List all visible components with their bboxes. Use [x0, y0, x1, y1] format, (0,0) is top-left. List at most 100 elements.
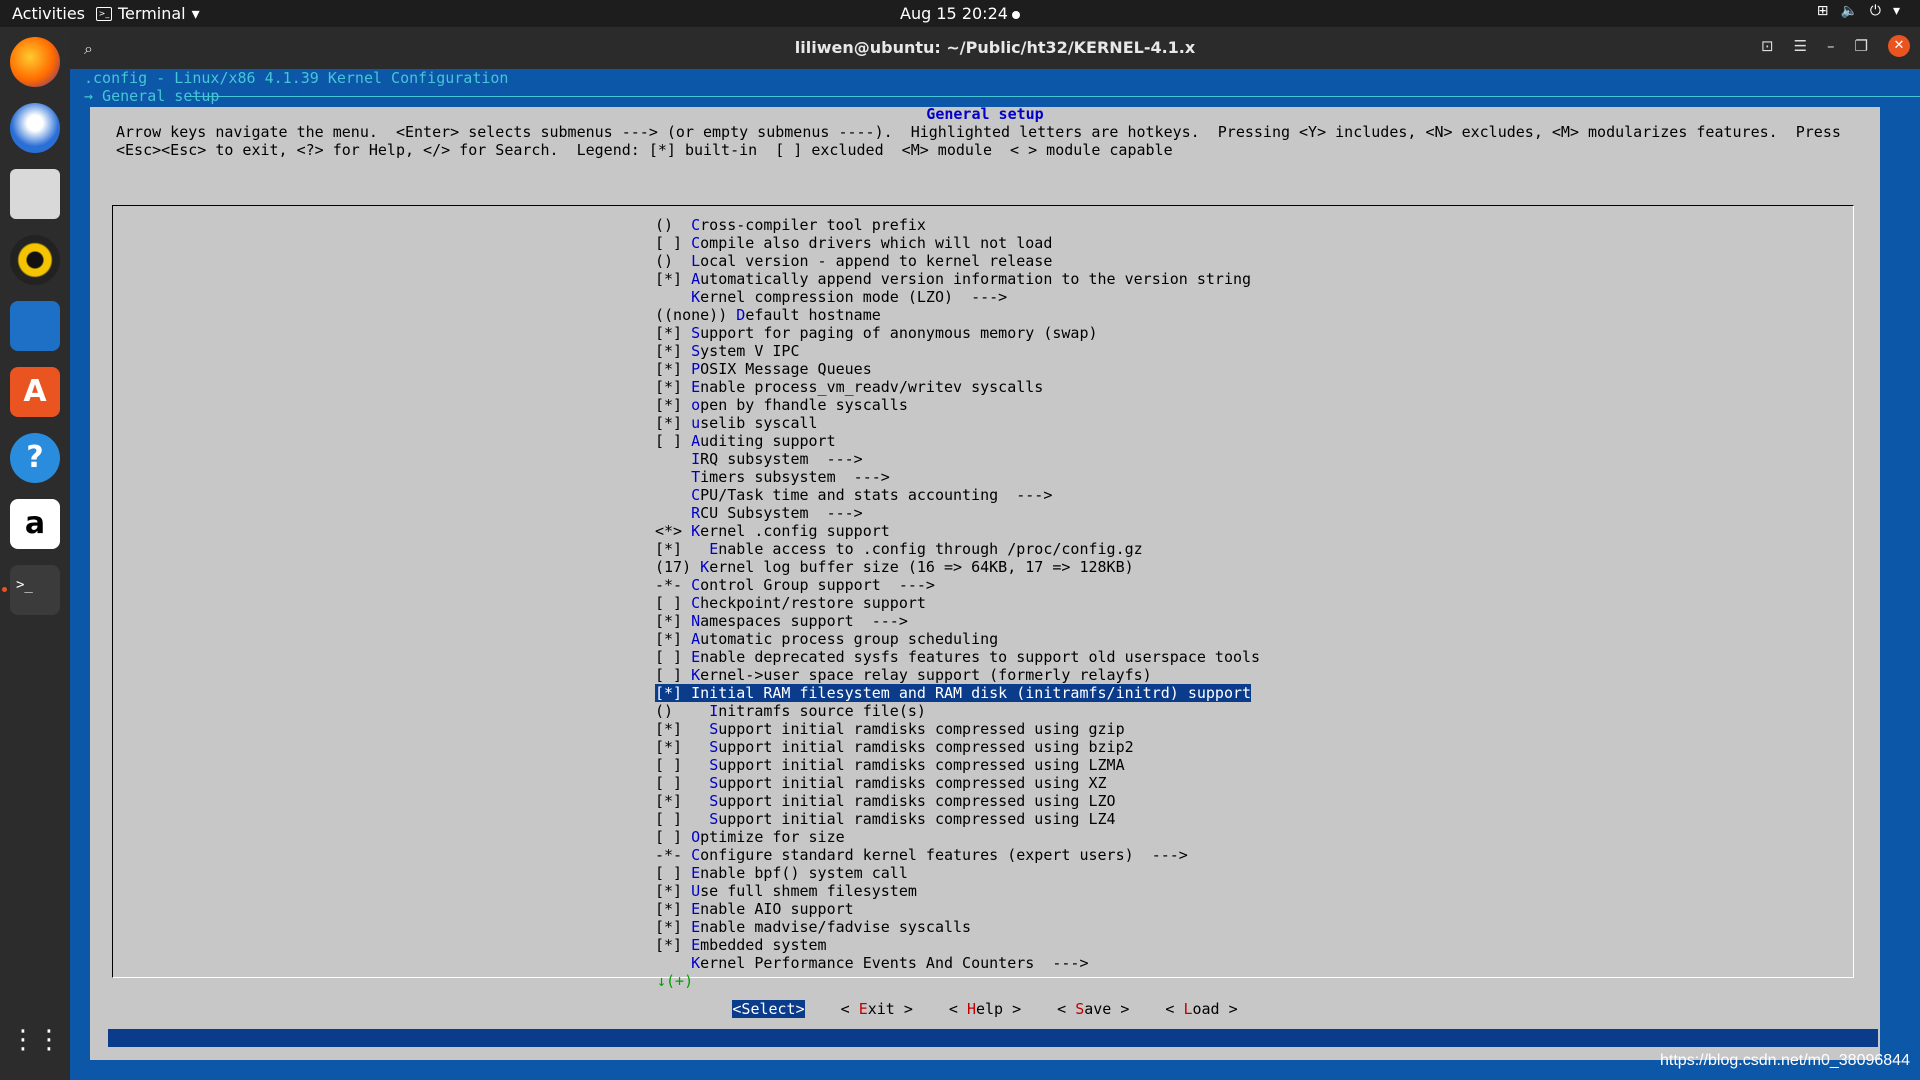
- show-apps-icon[interactable]: ⋮⋮⋮: [10, 1015, 88, 1065]
- menu-item[interactable]: [*] Support initial ramdisks compressed …: [655, 738, 1260, 756]
- menu-item-hotkey: U: [691, 882, 701, 900]
- menu-item-state: [ ]: [655, 666, 692, 684]
- menu-item[interactable]: Timers subsystem --->: [655, 468, 1260, 486]
- menu-item[interactable]: (17) Kernel log buffer size (16 => 64KB,…: [655, 558, 1260, 576]
- menu-item-text: (17) Kernel log buffer size (16 => 64KB,…: [655, 558, 1134, 576]
- menu-item[interactable]: -*- Configure standard kernel features (…: [655, 846, 1260, 864]
- restore-icon[interactable]: ❐: [1855, 37, 1868, 55]
- menu-item-state: ((none)): [655, 306, 737, 324]
- horizontal-scrollbar[interactable]: [108, 1029, 1878, 1047]
- chevron-down-icon: ▾: [191, 4, 200, 23]
- terminal-content[interactable]: .config - Linux/x86 4.1.39 Kernel Config…: [70, 69, 1920, 1080]
- menu-item[interactable]: [*] open by fhandle syscalls: [655, 396, 1260, 414]
- menu-item[interactable]: [*] Embedded system: [655, 936, 1260, 954]
- menu-item[interactable]: [*] Automatic process group scheduling: [655, 630, 1260, 648]
- menu-item[interactable]: [*] Use full shmem filesystem: [655, 882, 1260, 900]
- menu-item[interactable]: [*] Enable madvise/fadvise syscalls: [655, 918, 1260, 936]
- exit-button[interactable]: < Exit >: [841, 1000, 913, 1018]
- menu-item-label: mbedded system: [700, 936, 827, 954]
- software-icon[interactable]: A: [10, 367, 60, 417]
- menu-item[interactable]: [*] POSIX Message Queues: [655, 360, 1260, 378]
- menu-item[interactable]: [ ] Enable bpf() system call: [655, 864, 1260, 882]
- menu-item-label: nable access to .config through /proc/co…: [718, 540, 1143, 558]
- menu-item[interactable]: [ ] Auditing support: [655, 432, 1260, 450]
- chevron-down-icon: ▾: [1892, 3, 1900, 19]
- menu-item[interactable]: <*> Kernel .config support: [655, 522, 1260, 540]
- menu-item[interactable]: [ ] Checkpoint/restore support: [655, 594, 1260, 612]
- menu-item-state: [ ]: [655, 648, 692, 666]
- amazon-icon[interactable]: a: [10, 499, 60, 549]
- menu-item[interactable]: [ ] Enable deprecated sysfs features to …: [655, 648, 1260, 666]
- menu-item[interactable]: [*] Support initial ramdisks compressed …: [655, 792, 1260, 810]
- menu-item[interactable]: IRQ subsystem --->: [655, 450, 1260, 468]
- menu-item[interactable]: [*] Enable AIO support: [655, 900, 1260, 918]
- clock[interactable]: Aug 15 20:24: [0, 4, 1920, 23]
- menu-item-label: ocal version - append to kernel release: [700, 252, 1053, 270]
- menu-item-state: [*]: [655, 378, 692, 396]
- dialog-title: General setup: [926, 105, 1044, 123]
- writer-icon[interactable]: [10, 301, 60, 351]
- menu-item[interactable]: ((none)) Default hostname: [655, 306, 1260, 324]
- menu-item-label: nable process_vm_readv/writev syscalls: [700, 378, 1044, 396]
- menu-item-hotkey: K: [691, 522, 701, 540]
- menu-item[interactable]: Kernel Performance Events And Counters -…: [655, 954, 1260, 972]
- menu-item[interactable]: [*] Support initial ramdisks compressed …: [655, 720, 1260, 738]
- save-button[interactable]: < Save >: [1057, 1000, 1129, 1018]
- menu-item[interactable]: [*] Automatically append version informa…: [655, 270, 1260, 288]
- help-icon[interactable]: ?: [10, 433, 60, 483]
- help-button[interactable]: < Help >: [949, 1000, 1021, 1018]
- hamburger-menu-icon[interactable]: ☰: [1794, 37, 1807, 55]
- watermark: https://blog.csdn.net/m0_38096844: [1660, 1052, 1910, 1069]
- menu-item[interactable]: Kernel compression mode (LZO) --->: [655, 288, 1260, 306]
- menu-item-state: [*]: [655, 396, 692, 414]
- menu-item[interactable]: [ ] Support initial ramdisks compressed …: [655, 756, 1260, 774]
- minimize-icon[interactable]: –: [1827, 37, 1835, 55]
- title-bar[interactable]: ⌕ liliwen@ubuntu: ~/Public/ht32/KERNEL-4…: [70, 27, 1920, 69]
- more-items-indicator: ↓(+): [657, 972, 694, 990]
- menu-item[interactable]: [ ] Compile also drivers which will not …: [655, 234, 1260, 252]
- load-button[interactable]: < Load >: [1165, 1000, 1237, 1018]
- app-menu[interactable]: >_ Terminal ▾: [96, 4, 200, 23]
- menu-item-text: IRQ subsystem --->: [655, 450, 863, 468]
- files-icon[interactable]: [10, 169, 60, 219]
- menu-item[interactable]: () Initramfs source file(s): [655, 702, 1260, 720]
- menu-item[interactable]: CPU/Task time and stats accounting --->: [655, 486, 1260, 504]
- thunderbird-icon[interactable]: [10, 103, 60, 153]
- rhythmbox-icon[interactable]: [10, 235, 60, 285]
- system-tray[interactable]: ⊞ 🔈 ⏻ ▾: [1817, 3, 1900, 19]
- menu-item[interactable]: -*- Control Group support --->: [655, 576, 1260, 594]
- menu-item-hotkey: O: [691, 828, 701, 846]
- menu-item[interactable]: () Cross-compiler tool prefix: [655, 216, 1260, 234]
- close-icon[interactable]: ✕: [1888, 35, 1910, 57]
- menu-item-state: [*]: [655, 324, 692, 342]
- menu-item[interactable]: [*] Initial RAM filesystem and RAM disk …: [655, 684, 1260, 702]
- select-button[interactable]: <Select>: [732, 1000, 805, 1018]
- menu-item[interactable]: [ ] Support initial ramdisks compressed …: [655, 810, 1260, 828]
- menu-item-state: [*]: [655, 720, 710, 738]
- menu-item[interactable]: () Local version - append to kernel rele…: [655, 252, 1260, 270]
- menu-item-hotkey: A: [691, 270, 701, 288]
- menu-item[interactable]: [*] Namespaces support --->: [655, 612, 1260, 630]
- menu-item[interactable]: [*] System V IPC: [655, 342, 1260, 360]
- menu-item-label: nable bpf() system call: [700, 864, 908, 882]
- menu-item-text: [*] Namespaces support --->: [655, 612, 908, 630]
- menu-item-label: utomatic process group scheduling: [700, 630, 999, 648]
- menu-item-text: [ ] Compile also drivers which will not …: [655, 234, 1052, 252]
- menu-item[interactable]: [*] Support for paging of anonymous memo…: [655, 324, 1260, 342]
- menu-item[interactable]: [*] uselib syscall: [655, 414, 1260, 432]
- menu-item[interactable]: [*] Enable process_vm_readv/writev sysca…: [655, 378, 1260, 396]
- firefox-icon[interactable]: [10, 37, 60, 87]
- activities-button[interactable]: Activities: [12, 4, 85, 23]
- terminal-icon[interactable]: >_: [10, 565, 60, 615]
- menu-item[interactable]: [ ] Optimize for size: [655, 828, 1260, 846]
- new-tab-icon[interactable]: ⊡: [1761, 37, 1774, 55]
- power-icon: ⏻: [1869, 3, 1881, 19]
- menu-item[interactable]: [ ] Kernel->user space relay support (fo…: [655, 666, 1260, 684]
- menu-item-hotkey: N: [691, 612, 701, 630]
- menu-item-hotkey: E: [691, 900, 701, 918]
- menu-item[interactable]: RCU Subsystem --->: [655, 504, 1260, 522]
- menu-item[interactable]: [ ] Support initial ramdisks compressed …: [655, 774, 1260, 792]
- menu-item-state: (17): [655, 558, 701, 576]
- menu-item-label: nable madvise/fadvise syscalls: [700, 918, 972, 936]
- menu-item[interactable]: [*] Enable access to .config through /pr…: [655, 540, 1260, 558]
